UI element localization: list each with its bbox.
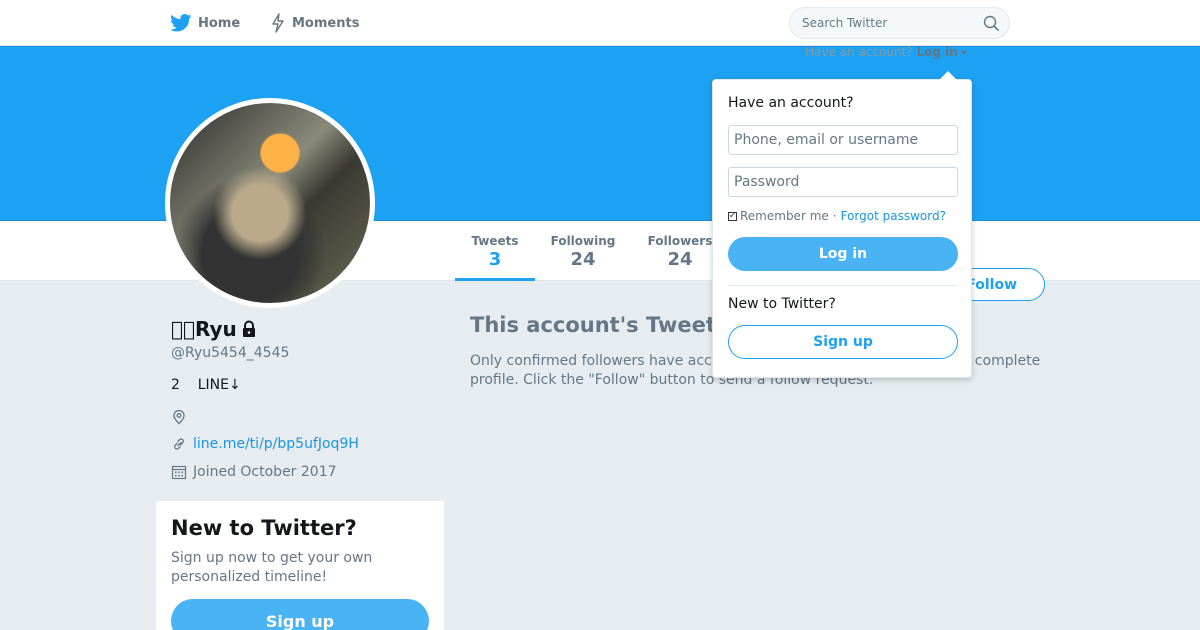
login-button[interactable]: Log in: [728, 237, 958, 271]
signup-card: New to Twitter? Sign up now to get your …: [156, 501, 444, 630]
nav-home-label: Home: [198, 15, 241, 31]
twitter-bird-icon: [170, 14, 192, 32]
lightning-icon: [272, 13, 284, 33]
remember-row: ✔ Remember me · Forgot password?: [728, 209, 946, 223]
login-toggle-link[interactable]: Log in: [916, 45, 957, 59]
nav-moments[interactable]: Moments: [270, 0, 359, 46]
profile-url-row: line.me/ti/p/bp5ufJoq9H: [171, 436, 359, 452]
search-icon[interactable]: [983, 15, 999, 31]
nav-home[interactable]: Home: [170, 0, 240, 46]
stat-followers[interactable]: Followers 24: [640, 221, 720, 281]
stat-tweets[interactable]: Tweets 3: [455, 221, 535, 281]
stat-tweets-value: 3: [488, 249, 502, 270]
remember-me-checkbox[interactable]: ✔: [728, 211, 737, 221]
login-dropdown: Have an account? ✔ Remember me · Forgot …: [712, 71, 972, 378]
nav-moments-label: Moments: [292, 15, 360, 31]
stat-following-value: 24: [570, 249, 596, 270]
username-field[interactable]: [728, 125, 958, 155]
caret-down-icon[interactable]: [960, 50, 967, 55]
remember-me-label[interactable]: Remember me: [740, 209, 829, 223]
profile-location: [171, 409, 193, 425]
signup-card-title: New to Twitter?: [171, 516, 357, 540]
remember-separator: ·: [832, 209, 837, 223]
password-field[interactable]: [728, 167, 958, 197]
top-nav: Home Moments: [0, 0, 1200, 46]
search-input[interactable]: [802, 8, 972, 38]
login-hint-text: Have an account?: [805, 45, 913, 59]
search-box: [789, 7, 1010, 39]
profile-handle[interactable]: @Ryu5454_4545: [171, 345, 289, 361]
forgot-password-link[interactable]: Forgot password?: [841, 209, 946, 223]
location-pin-icon: [173, 409, 185, 425]
profile-joined-text: Joined October 2017: [193, 464, 337, 480]
new-to-twitter-label: New to Twitter?: [728, 296, 836, 312]
avatar[interactable]: [165, 98, 375, 308]
profile-url-link[interactable]: line.me/ti/p/bp5ufJoq9H: [193, 436, 359, 452]
link-icon: [174, 438, 184, 450]
calendar-icon: [171, 465, 187, 480]
stat-followers-value: 24: [667, 249, 693, 270]
profile-bio: 2 LINE↓: [171, 377, 241, 393]
stat-following[interactable]: Following 24: [543, 221, 623, 281]
dropdown-signup-button[interactable]: Sign up: [728, 325, 958, 359]
stat-following-label: Following: [550, 234, 616, 248]
profile-name-row:   Ryu: [171, 317, 258, 341]
profile-name[interactable]:   Ryu: [171, 317, 237, 341]
login-hint: Have an account? Log in: [805, 45, 967, 59]
lock-icon: [242, 320, 255, 337]
profile-joined: Joined October 2017: [171, 464, 337, 480]
login-dropdown-heading: Have an account?: [728, 95, 854, 111]
stat-followers-label: Followers: [647, 234, 713, 248]
signup-card-button[interactable]: Sign up: [171, 599, 429, 630]
dropdown-divider: [728, 285, 958, 286]
signup-card-text: Sign up now to get your own personalized…: [171, 550, 373, 585]
stat-tweets-label: Tweets: [471, 234, 519, 248]
